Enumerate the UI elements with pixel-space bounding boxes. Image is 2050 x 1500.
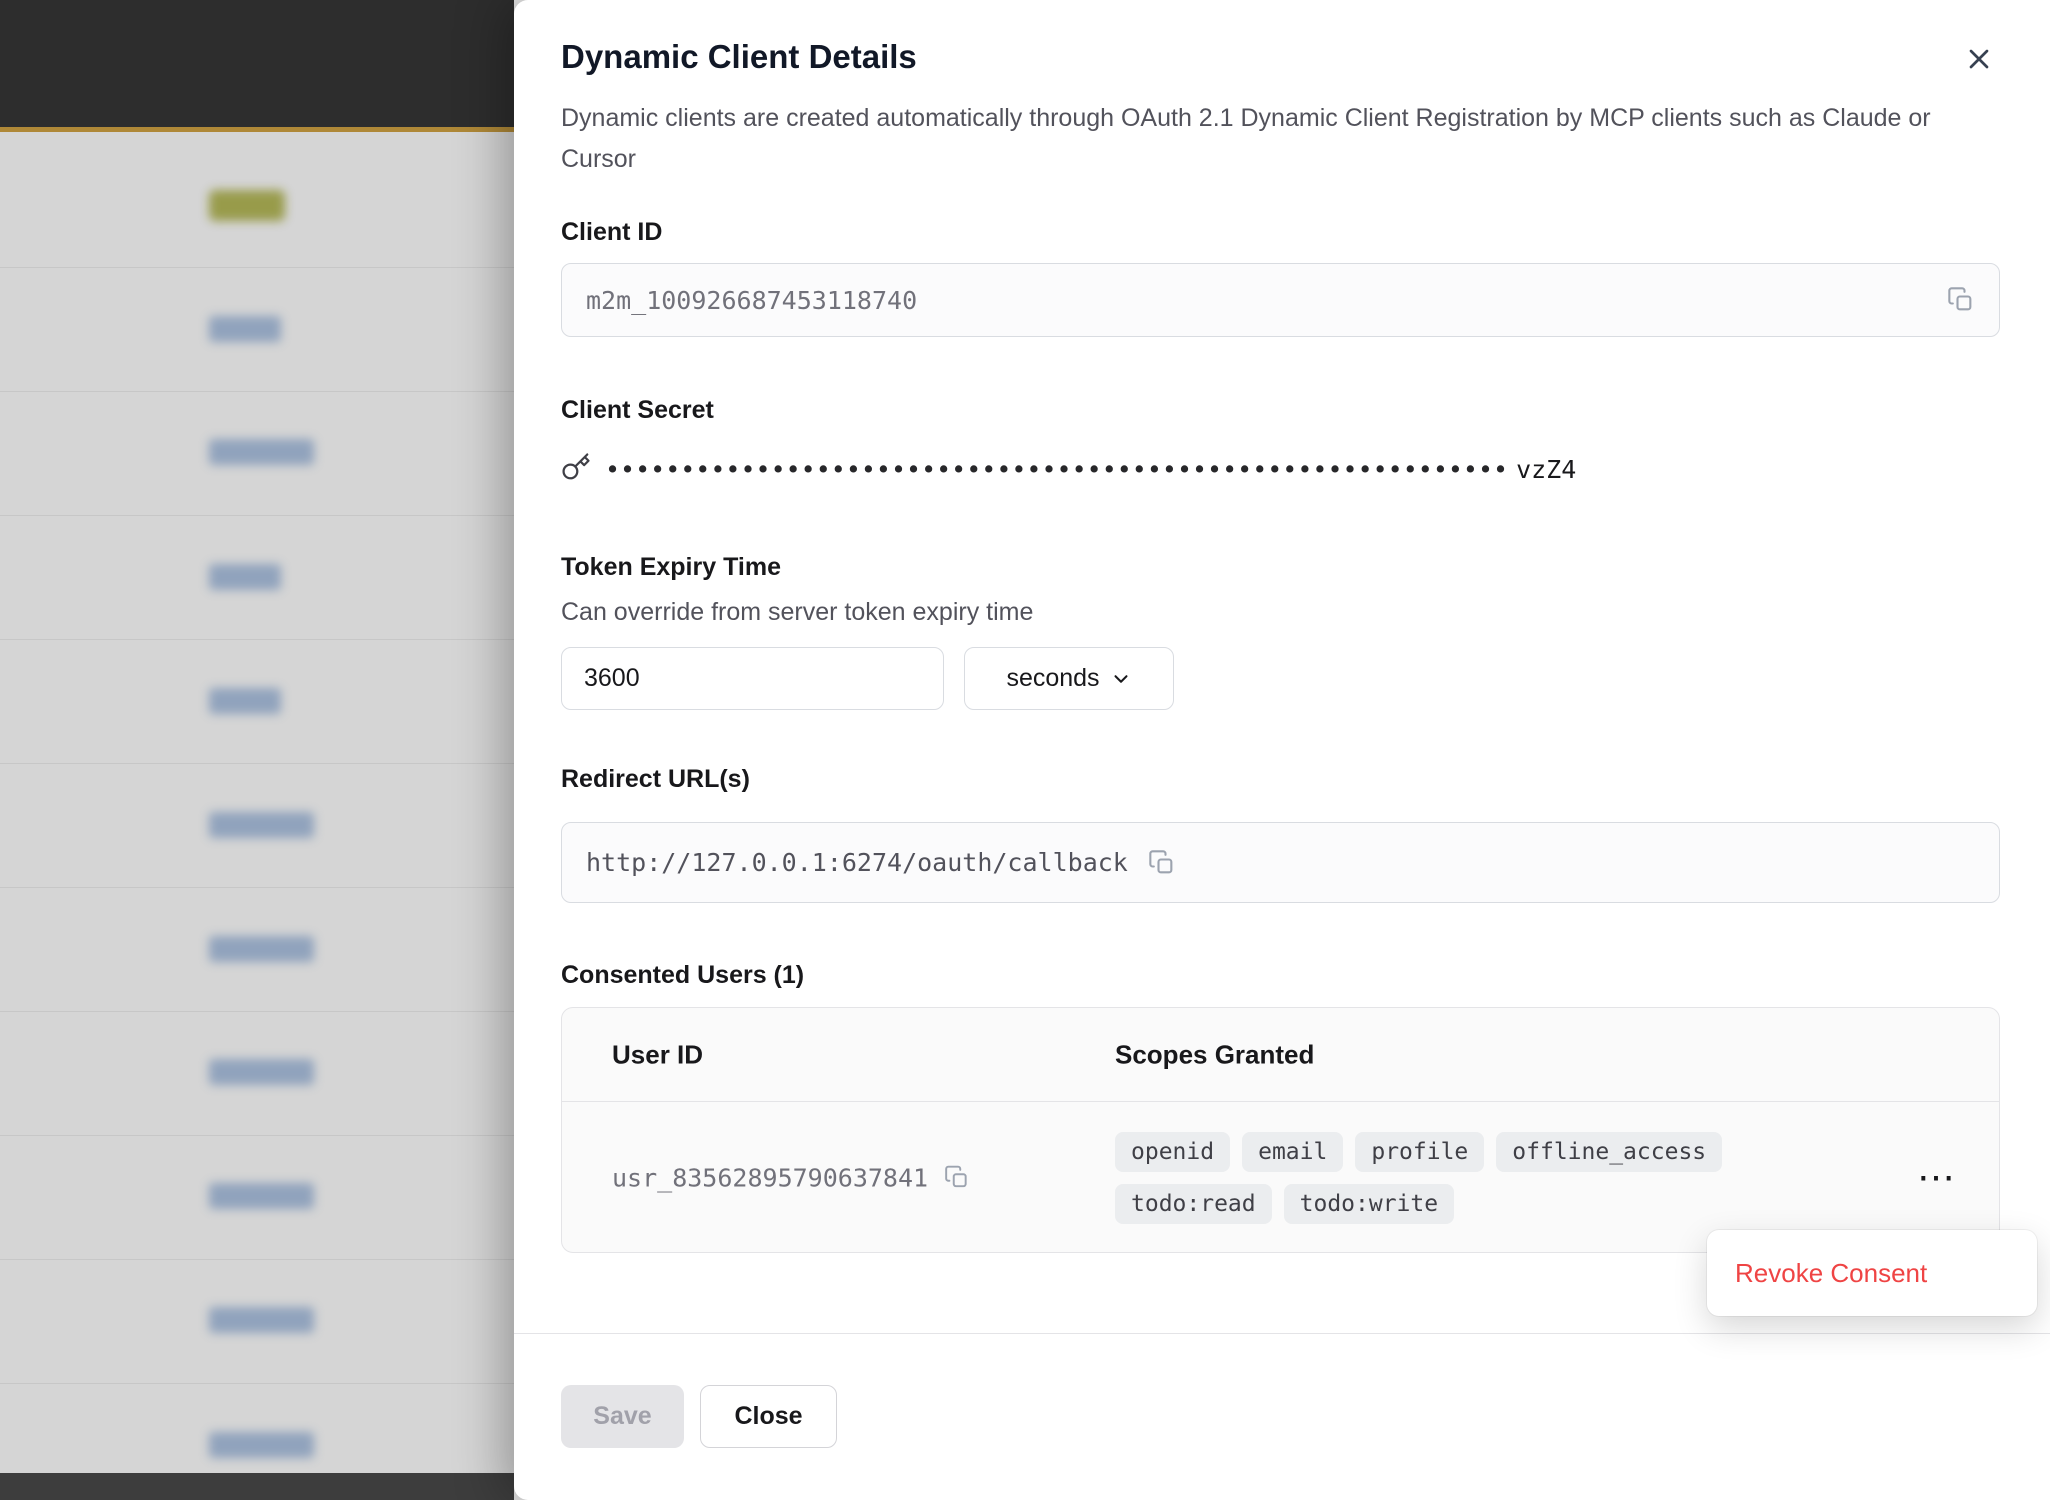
token-expiry-unit-value: seconds [1006, 664, 1099, 693]
footer-divider [514, 1333, 2050, 1334]
scope-badge: offline_access [1496, 1132, 1722, 1172]
revoke-consent-menu-item[interactable]: Revoke Consent [1735, 1258, 1927, 1289]
scope-badge: todo:write [1284, 1184, 1454, 1224]
client-secret-label: Client Secret [561, 396, 714, 425]
token-expiry-input[interactable] [561, 647, 944, 710]
copy-icon[interactable] [1148, 849, 1176, 877]
redirect-url-value: http://127.0.0.1:6274/oauth/callback [586, 848, 1128, 877]
client-secret-masked: ••••••••••••••••••••••••••••••••••••••••… [605, 455, 1508, 484]
client-id-value: m2m_100926687453118740 [586, 286, 917, 315]
table-header-row: User ID Scopes Granted [562, 1008, 1999, 1102]
modal-backdrop [0, 0, 514, 1500]
close-button[interactable]: Close [700, 1385, 837, 1448]
copy-icon[interactable] [944, 1165, 970, 1191]
column-header-scopes: Scopes Granted [1115, 1039, 1314, 1070]
consented-users-table: User ID Scopes Granted usr_8356289579063… [561, 1007, 2000, 1253]
client-secret-suffix: vzZ4 [1516, 455, 1576, 484]
scope-badge: email [1242, 1132, 1343, 1172]
token-expiry-unit-select[interactable]: seconds [964, 647, 1174, 710]
dynamic-client-details-dialog: Dynamic Client Details Dynamic clients a… [514, 0, 2050, 1500]
save-button[interactable]: Save [561, 1385, 684, 1448]
scope-badge: todo:read [1115, 1184, 1272, 1224]
client-id-label: Client ID [561, 218, 662, 247]
scopes-granted-list: openid email profile offline_access todo… [1115, 1132, 1765, 1224]
scope-badge: profile [1355, 1132, 1484, 1172]
client-secret-row: ••••••••••••••••••••••••••••••••••••••••… [561, 452, 1576, 487]
background-page [0, 0, 514, 1500]
token-expiry-helper: Can override from server token expiry ti… [561, 598, 1033, 627]
close-icon[interactable] [1960, 40, 1998, 78]
consented-users-heading: Consented Users (1) [561, 961, 804, 990]
token-expiry-label: Token Expiry Time [561, 553, 781, 582]
dialog-title: Dynamic Client Details [561, 38, 917, 76]
scope-badge: openid [1115, 1132, 1230, 1172]
redirect-urls-label: Redirect URL(s) [561, 765, 750, 794]
column-header-user-id: User ID [612, 1039, 703, 1070]
copy-icon[interactable] [1947, 286, 1975, 314]
redirect-url-field: http://127.0.0.1:6274/oauth/callback [561, 822, 2000, 903]
chevron-down-icon [1110, 668, 1132, 690]
key-icon [561, 452, 591, 487]
row-actions-ellipsis-icon[interactable]: ⋯ [1917, 1159, 1955, 1197]
dialog-description: Dynamic clients are created automaticall… [561, 98, 1956, 180]
row-actions-menu: Revoke Consent [1707, 1230, 2037, 1316]
client-id-field: m2m_100926687453118740 [561, 263, 2000, 337]
user-id-value: usr_83562895790637841 [612, 1163, 928, 1192]
